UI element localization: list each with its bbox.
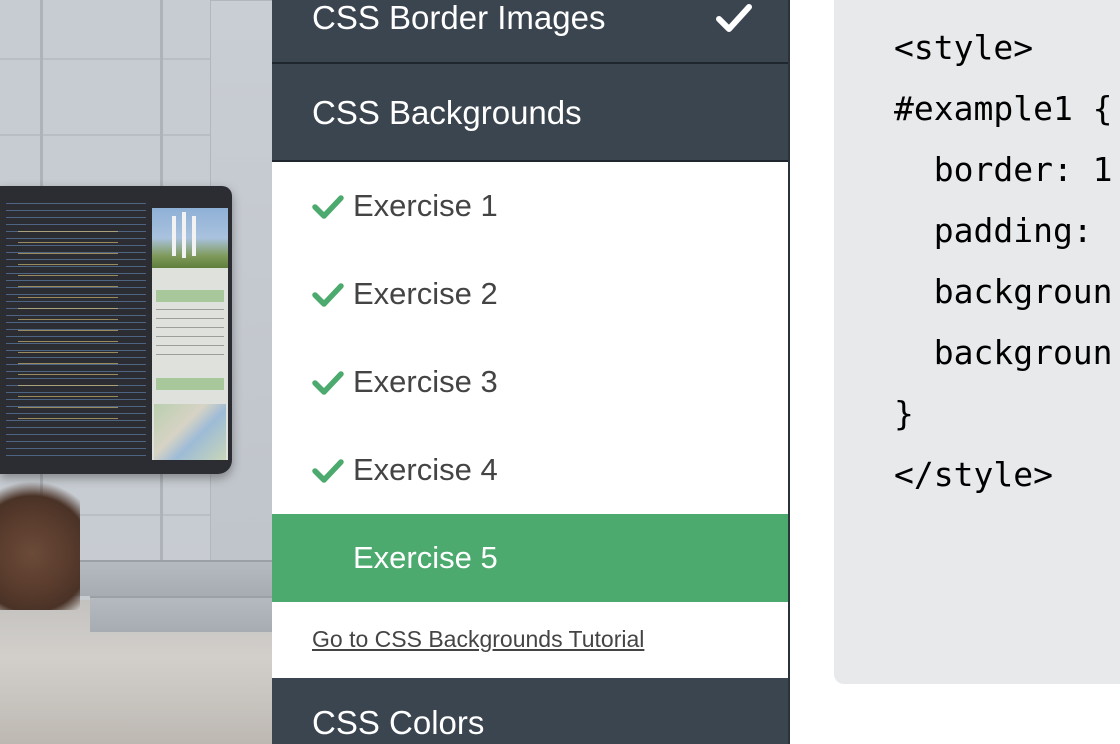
section-label: CSS Border Images — [312, 0, 606, 36]
code-example-panel: <style> #example1 { border: 1 padding: b… — [834, 0, 1120, 684]
code-line: <style> — [894, 28, 1034, 67]
exercise-label: Exercise 4 — [353, 452, 498, 487]
preview-bar — [156, 290, 224, 302]
exercise-2-item[interactable]: Exercise 2 — [272, 250, 788, 338]
spire — [172, 216, 176, 256]
preview-photo — [152, 208, 228, 268]
exercise-label: Exercise 5 — [353, 540, 498, 575]
tutorial-link[interactable]: Go to CSS Backgrounds Tutorial — [312, 626, 644, 653]
code-line: #example1 { — [894, 89, 1113, 128]
code-line: padding: — [894, 211, 1093, 250]
exercise-3-item[interactable]: Exercise 3 — [272, 338, 788, 426]
exercise-5-item[interactable]: Exercise 5 — [272, 514, 788, 602]
code-line: } — [894, 394, 914, 433]
code-line: </style> — [894, 455, 1053, 494]
checkmark-icon — [312, 195, 344, 219]
section-css-border-images[interactable]: CSS Border Images — [272, 0, 788, 64]
stone-step — [70, 560, 272, 596]
exercise-sidebar: CSS Border Images CSS Backgrounds Exerci… — [272, 0, 790, 744]
spire — [182, 212, 186, 258]
section-css-colors[interactable]: CSS Colors — [272, 678, 788, 744]
section-label: CSS Backgrounds — [312, 94, 582, 131]
spire — [192, 216, 196, 256]
web-preview-thumbnail — [152, 208, 228, 460]
section-label: CSS Colors — [312, 704, 485, 741]
exercise-label: Exercise 1 — [353, 188, 498, 223]
preview-bar — [156, 378, 224, 390]
checkmark-icon — [312, 283, 344, 307]
shrub — [0, 470, 80, 610]
code-line: backgroun — [894, 333, 1113, 372]
section-css-backgrounds[interactable]: CSS Backgrounds — [272, 66, 788, 160]
checkmark-icon — [312, 371, 344, 395]
exercise-1-item[interactable]: Exercise 1 — [272, 162, 788, 250]
preview-map — [154, 404, 226, 460]
stone-step — [90, 596, 272, 632]
exercise-label: Exercise 2 — [353, 276, 498, 311]
preview-text — [156, 306, 224, 356]
background-photo — [0, 0, 272, 744]
code-line: backgroun — [894, 272, 1113, 311]
exercise-list: Exercise 1 Exercise 2 Exercise 3 Exercis… — [272, 160, 788, 678]
code-line: border: 1 — [894, 150, 1113, 189]
code-editor-thumbnail — [18, 226, 118, 426]
checkmark-icon — [312, 459, 344, 483]
laptop-screen — [0, 186, 232, 474]
exercise-4-item[interactable]: Exercise 4 — [272, 426, 788, 514]
checkmark-icon — [716, 4, 752, 32]
exercise-label: Exercise 3 — [353, 364, 498, 399]
